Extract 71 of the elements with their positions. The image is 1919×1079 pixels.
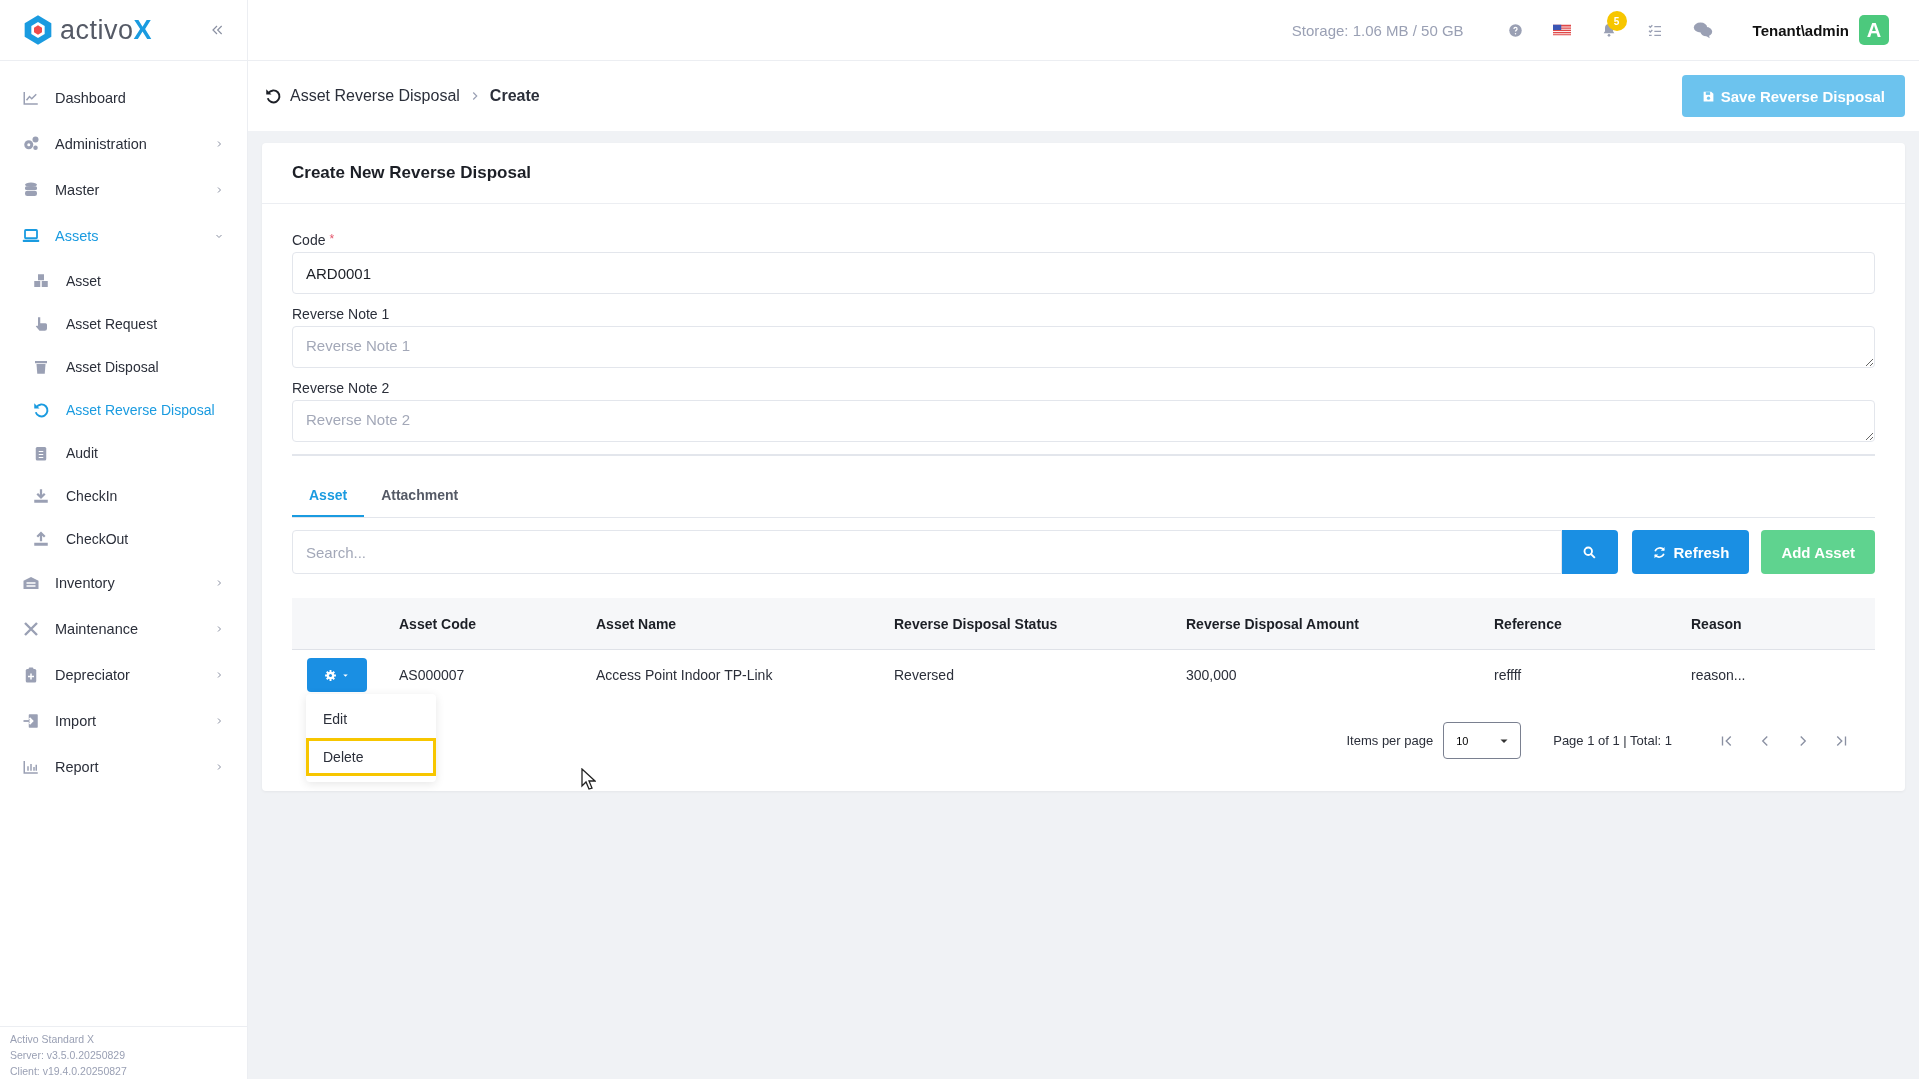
- database-icon: [22, 181, 40, 199]
- sidebar-item[interactable]: Depreciator: [0, 652, 247, 698]
- sidebar-item[interactable]: Administration: [0, 121, 247, 167]
- search-button[interactable]: [1561, 530, 1618, 574]
- undo-icon: [32, 400, 50, 419]
- sidebar-item[interactable]: Inventory: [0, 560, 247, 606]
- version-text: Server: v3.5.0.20250829: [10, 1049, 126, 1061]
- field-label: Reverse Note 2: [292, 380, 390, 396]
- table-cell-text: reason...: [1691, 667, 1747, 683]
- column-header: Reverse Disposal Status: [894, 615, 1059, 632]
- logo-text: activoX: [60, 14, 153, 46]
- text-area[interactable]: Reverse Note 1: [292, 326, 1875, 368]
- chart-icon: [22, 89, 40, 107]
- text-area[interactable]: Reverse Note 2: [292, 400, 1875, 442]
- items-per-page-label: Items per page: [1346, 733, 1434, 748]
- page-size-select[interactable]: 10: [1443, 722, 1522, 759]
- gear-icon: [324, 668, 337, 682]
- undo-icon: [264, 87, 282, 105]
- chat-icon: [1692, 20, 1713, 40]
- sidebar-item[interactable]: Import: [0, 698, 247, 744]
- column-header: Asset Name: [596, 615, 678, 632]
- table-cell-text: Access Point Indoor TP-Link: [596, 667, 774, 683]
- column-header: Asset Code: [399, 615, 478, 632]
- refresh-icon: [1651, 544, 1667, 560]
- sidebar-subitem[interactable]: Asset Request: [0, 302, 247, 345]
- download-icon: [32, 486, 50, 505]
- sidebar-subitem[interactable]: Asset Disposal: [0, 345, 247, 388]
- sidebar-item[interactable]: Dashboard: [0, 75, 247, 121]
- field-label: Reverse Note 1: [292, 306, 390, 322]
- notification-badge: 5: [1606, 11, 1627, 31]
- sidebar-item[interactable]: Master: [0, 167, 247, 213]
- sidebar-subitem[interactable]: CheckOut: [0, 517, 247, 560]
- table-cell-text: 300,000: [1186, 667, 1238, 683]
- required-mark: *: [329, 232, 335, 246]
- table-cell-text: AS000007: [399, 667, 466, 683]
- breadcrumb-item[interactable]: Asset Reverse Disposal: [290, 87, 460, 105]
- sidebar-subitem[interactable]: Asset: [0, 259, 247, 302]
- column-header: Reverse Disposal Amount: [1186, 615, 1360, 632]
- card-title: Create New Reverse Disposal: [262, 143, 1905, 204]
- input-field[interactable]: ARD0001: [292, 252, 1875, 294]
- bar-chart-icon: [22, 758, 40, 776]
- upload-icon: [32, 529, 50, 548]
- warehouse-icon: [22, 574, 40, 592]
- storage-text: Storage: 1.06 MB / 50 GB: [1291, 21, 1464, 39]
- floppy-icon: [1701, 89, 1715, 103]
- menu-item[interactable]: Delete: [306, 738, 436, 776]
- import-icon: [22, 712, 40, 730]
- boxes-icon: [32, 271, 50, 290]
- laptop-icon: [22, 227, 40, 245]
- menu-item[interactable]: Edit: [306, 700, 436, 738]
- sidebar-subitem[interactable]: CheckIn: [0, 474, 247, 517]
- search-field[interactable]: Search...: [292, 530, 1562, 574]
- checklist-icon: [1646, 22, 1663, 38]
- sidebar-item[interactable]: Report: [0, 744, 247, 790]
- field-label: Code: [292, 232, 326, 248]
- column-header: Reason: [1691, 615, 1743, 632]
- version-text: Activo Standard X: [10, 1033, 96, 1045]
- actions-button[interactable]: [307, 658, 367, 692]
- sidebar-item[interactable]: Maintenance: [0, 606, 247, 652]
- tab[interactable]: Attachment: [364, 478, 476, 517]
- hexagon-logo-icon: [22, 13, 54, 47]
- sidebar-subitem[interactable]: Audit: [0, 431, 247, 474]
- help-icon: [1507, 22, 1523, 38]
- version-text: Client: v19.4.0.20250827: [10, 1065, 128, 1077]
- breadcrumb-item: Create: [489, 87, 540, 105]
- user-name[interactable]: Tenant\admin: [1752, 21, 1849, 39]
- table-cell-text: Reversed: [894, 667, 955, 683]
- column-header: Reference: [1494, 615, 1563, 632]
- table-cell-text: reffff: [1494, 667, 1523, 683]
- search-icon: [1582, 544, 1597, 560]
- page-summary: Page 1 of 1 | Total: 1: [1553, 733, 1672, 748]
